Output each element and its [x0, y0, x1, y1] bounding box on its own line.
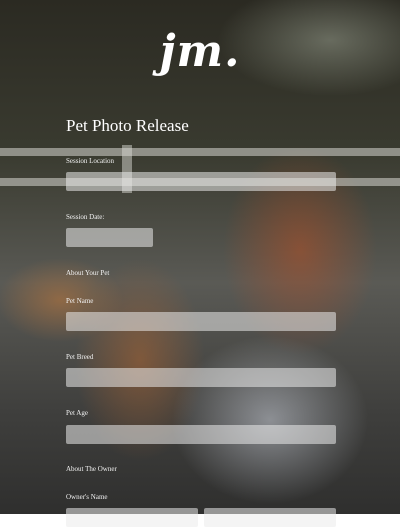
session-date-label: Session Date: [66, 213, 105, 221]
session-date-input[interactable] [66, 228, 153, 247]
pet-name-input[interactable] [66, 312, 336, 331]
session-location-label: Session Location [66, 157, 115, 165]
pet-breed-label: Pet Breed [66, 353, 94, 361]
fence-rail [0, 148, 400, 156]
about-owner-heading: About The Owner [66, 465, 117, 473]
pet-breed-input[interactable] [66, 368, 336, 387]
owner-last-name-input[interactable] [204, 508, 336, 527]
about-pet-heading: About Your Pet [66, 269, 110, 277]
session-location-input[interactable] [66, 172, 336, 191]
pet-age-input[interactable] [66, 425, 336, 444]
form-title: Pet Photo Release [66, 116, 189, 135]
owners-name-label: Owner's Name [66, 493, 108, 501]
owner-first-name-input[interactable] [66, 508, 198, 527]
brand-logo: jm. [159, 26, 241, 77]
pet-name-label: Pet Name [66, 297, 94, 305]
pet-age-label: Pet Age [66, 409, 88, 417]
